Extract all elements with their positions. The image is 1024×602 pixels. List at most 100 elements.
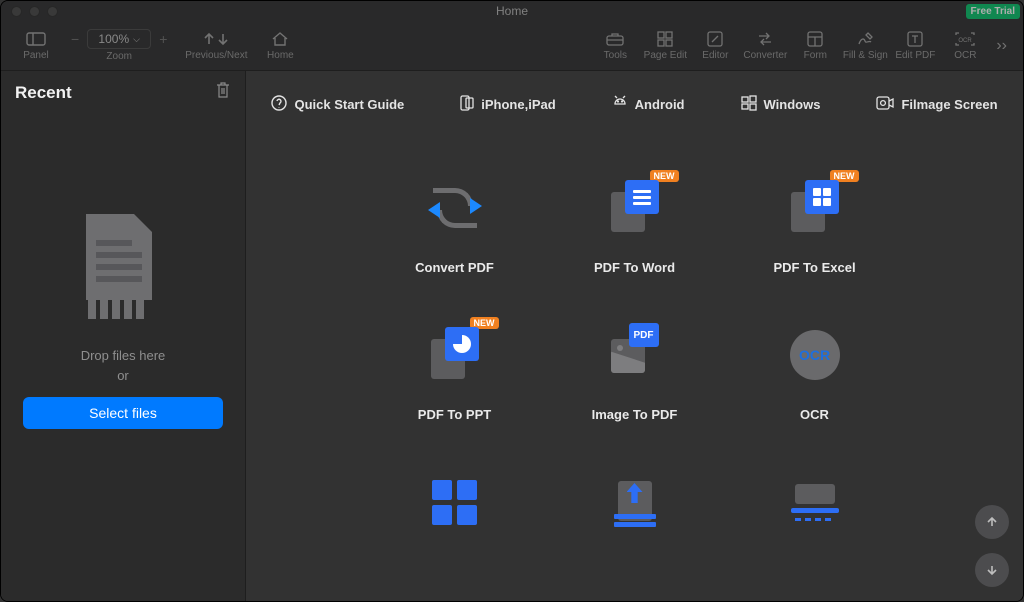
main-panel: Quick Start Guide iPhone,iPad Android Wi…	[246, 71, 1023, 601]
ocr-label: OCR	[954, 50, 976, 61]
panel-label: Panel	[23, 50, 49, 61]
scroll-top-button[interactable]	[975, 505, 1009, 539]
compress-icon	[605, 472, 665, 532]
ocr-icon: OCR	[955, 30, 975, 48]
form-label: Form	[804, 50, 827, 61]
zoom-group: − 100% ⌵ + Zoom	[67, 29, 171, 62]
quick-start-guide-link[interactable]: Quick Start Guide	[271, 95, 404, 114]
form-icon	[807, 30, 823, 48]
window-title: Home	[1, 4, 1023, 18]
tile-label: Convert PDF	[415, 260, 494, 275]
iphone-ipad-link[interactable]: iPhone,iPad	[460, 95, 555, 114]
tile-label: Image To PDF	[592, 407, 678, 422]
page-edit-label: Page Edit	[644, 50, 687, 61]
zoom-label: Zoom	[106, 51, 132, 62]
chevron-down-icon: ⌵	[133, 34, 140, 45]
phone-icon	[460, 95, 474, 114]
tile-pdf-to-ppt[interactable]: NEW PDF To PPT	[365, 325, 545, 422]
edit-pdf-label: Edit PDF	[895, 50, 935, 61]
edit-icon	[707, 30, 723, 48]
arrow-up-icon	[984, 514, 1000, 530]
quick-link-label: Windows	[764, 97, 821, 112]
quick-link-label: Android	[635, 97, 685, 112]
android-icon	[612, 95, 628, 114]
pdf-to-word-icon	[605, 178, 665, 238]
toolbox-icon	[606, 30, 624, 48]
main-toolbar: Panel − 100% ⌵ + Zoom Previous/Next	[1, 21, 1023, 71]
editor-button[interactable]: Editor	[690, 21, 740, 70]
panel-icon	[26, 30, 46, 48]
merge-icon	[425, 472, 485, 532]
tools-label: Tools	[604, 50, 627, 61]
tile-pdf-to-word[interactable]: NEW PDF To Word	[545, 178, 725, 275]
converter-label: Converter	[743, 50, 787, 61]
drop-zone[interactable]: Drop files here or Select files	[1, 114, 245, 601]
windows-link[interactable]: Windows	[741, 95, 821, 114]
scroll-down-button[interactable]	[975, 553, 1009, 587]
document-shred-icon	[78, 214, 168, 334]
image-to-pdf-icon: PDF	[605, 325, 665, 385]
svg-text:OCR: OCR	[959, 38, 973, 44]
prev-next-button[interactable]: Previous/Next	[177, 21, 255, 70]
title-bar: Home Free Trial	[1, 1, 1023, 21]
zoom-in-button[interactable]: +	[155, 31, 171, 47]
app-window: Home Free Trial Panel − 100% ⌵ + Zoom	[0, 0, 1024, 602]
tile-label: PDF To PPT	[418, 407, 491, 422]
drop-hint: Drop files here or	[81, 346, 166, 385]
sidebar-header: Recent	[1, 71, 245, 114]
pdf-to-ppt-icon	[425, 325, 485, 385]
prev-next-label: Previous/Next	[185, 50, 247, 61]
zoom-select[interactable]: 100% ⌵	[87, 29, 151, 49]
form-button[interactable]: Form	[790, 21, 840, 70]
filmage-screen-link[interactable]: Filmage Screen	[876, 95, 997, 114]
home-button[interactable]: Home	[255, 21, 305, 70]
grid-icon	[657, 30, 673, 48]
converter-button[interactable]: Converter	[740, 21, 790, 70]
edit-pdf-button[interactable]: Edit PDF	[890, 21, 940, 70]
tile-ocr[interactable]: OCR OCR	[725, 325, 905, 422]
fill-sign-button[interactable]: Fill & Sign	[840, 21, 890, 70]
signature-icon	[856, 30, 874, 48]
app-body: Recent	[1, 71, 1023, 601]
trash-icon[interactable]	[215, 81, 231, 104]
tools-button[interactable]: Tools	[590, 21, 640, 70]
tool-grid: Convert PDF NEW PDF To Word NEW	[246, 138, 1023, 532]
panel-toggle-button[interactable]: Panel	[11, 21, 61, 70]
drop-line-1: Drop files here	[81, 348, 166, 363]
tile-convert-pdf[interactable]: Convert PDF	[365, 178, 545, 275]
floating-actions	[975, 505, 1009, 587]
tile-merge-pdf[interactable]	[365, 472, 545, 532]
pdf-to-excel-icon	[785, 178, 845, 238]
android-link[interactable]: Android	[612, 95, 685, 114]
ocr-button[interactable]: OCR OCR	[940, 21, 990, 70]
convert-pdf-icon	[425, 178, 485, 238]
home-label: Home	[267, 50, 294, 61]
tile-label: PDF To Word	[594, 260, 675, 275]
toolbar-overflow-button[interactable]: ››	[990, 37, 1013, 55]
page-edit-button[interactable]: Page Edit	[640, 21, 690, 70]
arrows-up-down-icon	[201, 30, 231, 48]
drop-line-2: or	[117, 368, 129, 383]
scanner-icon	[785, 472, 845, 532]
convert-icon	[756, 30, 774, 48]
tile-label: PDF To Excel	[773, 260, 855, 275]
quick-links-bar: Quick Start Guide iPhone,iPad Android Wi…	[246, 71, 1023, 138]
quick-link-label: Filmage Screen	[901, 97, 997, 112]
tile-label: OCR	[800, 407, 829, 422]
arrow-down-icon	[984, 562, 1000, 578]
tile-scanner[interactable]	[725, 472, 905, 532]
quick-link-label: iPhone,iPad	[481, 97, 555, 112]
sidebar: Recent	[1, 71, 246, 601]
select-files-button[interactable]: Select files	[23, 397, 223, 429]
help-icon	[271, 95, 287, 114]
record-icon	[876, 96, 894, 113]
tile-image-to-pdf[interactable]: PDF Image To PDF	[545, 325, 725, 422]
zoom-value: 100%	[98, 32, 129, 46]
zoom-out-button[interactable]: −	[67, 31, 83, 47]
recent-heading: Recent	[15, 83, 72, 103]
windows-icon	[741, 95, 757, 114]
editor-label: Editor	[702, 50, 728, 61]
tile-pdf-to-excel[interactable]: NEW PDF To Excel	[725, 178, 905, 275]
fill-sign-label: Fill & Sign	[843, 50, 888, 61]
tile-compress-pdf[interactable]	[545, 472, 725, 532]
